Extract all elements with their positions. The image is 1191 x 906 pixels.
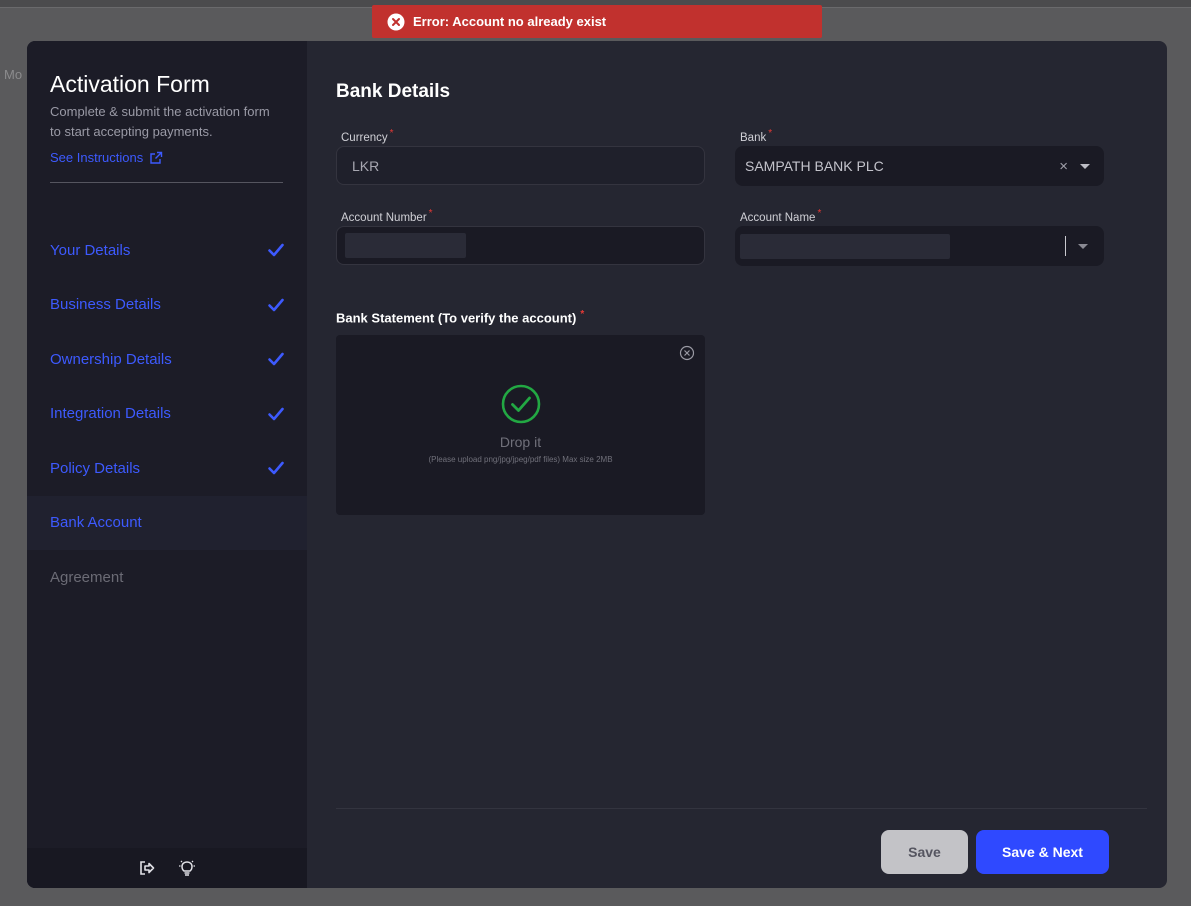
error-circle-icon <box>387 13 405 30</box>
account-number-masked <box>345 233 466 258</box>
background-text: Mo <box>4 67 23 82</box>
footer-divider <box>336 808 1147 809</box>
bank-select[interactable]: SAMPATH BANK PLC × <box>735 146 1104 186</box>
remove-file-icon[interactable] <box>679 345 695 361</box>
select-separator <box>1065 236 1066 256</box>
step-integration-details[interactable]: Integration Details <box>27 387 307 442</box>
save-next-button[interactable]: Save & Next <box>976 830 1109 874</box>
step-label: Business Details <box>50 296 161 314</box>
step-bank-account[interactable]: Bank Account <box>27 495 307 550</box>
check-icon <box>268 407 284 421</box>
save-button[interactable]: Save <box>881 830 968 874</box>
logout-icon[interactable] <box>138 859 156 877</box>
steps-list: Your Details Business Details Ownership … <box>27 223 307 605</box>
step-label: Ownership Details <box>50 350 172 368</box>
sidebar-divider <box>50 182 283 183</box>
activation-modal: Activation Form Complete & submit the ac… <box>27 41 1167 888</box>
step-business-details[interactable]: Business Details <box>27 278 307 333</box>
currency-label: Currency * <box>341 128 394 144</box>
step-label: Your Details <box>50 241 131 259</box>
bank-label: Bank * <box>740 128 773 144</box>
sidebar-title: Activation Form <box>50 71 210 97</box>
main-panel: Bank Details Currency * LKR Bank * SAMPATH… <box>307 41 1167 888</box>
account-name-label: Account Name * <box>740 208 822 224</box>
step-your-details[interactable]: Your Details <box>27 223 307 278</box>
page-title: Bank Details <box>336 81 451 102</box>
step-agreement[interactable]: Agreement <box>27 550 307 605</box>
account-name-select[interactable] <box>735 226 1104 266</box>
bank-statement-label: Bank Statement (To verify the account) * <box>336 309 585 326</box>
toast-message: Error: Account no already exist <box>413 14 607 29</box>
error-toast: Error: Account no already exist <box>372 5 822 38</box>
bank-statement-dropzone[interactable]: Drop it (Please upload png/jpg/jpeg/pdf … <box>336 335 705 515</box>
currency-input[interactable]: LKR <box>336 146 705 185</box>
see-instructions-link[interactable]: See Instructions <box>50 150 163 165</box>
account-number-label: Account Number * <box>341 208 433 224</box>
check-icon <box>268 243 284 257</box>
dropzone-hint: (Please upload png/jpg/jpeg/pdf files) M… <box>428 455 613 464</box>
sidebar: Activation Form Complete & submit the ac… <box>27 41 307 888</box>
step-policy-details[interactable]: Policy Details <box>27 441 307 496</box>
step-label: Integration Details <box>50 405 171 423</box>
account-name-masked <box>740 233 950 259</box>
check-icon <box>268 298 284 312</box>
chevron-down-icon[interactable] <box>1078 243 1088 249</box>
dropzone-text: Drop it <box>499 434 542 450</box>
check-icon <box>268 352 284 366</box>
clear-icon[interactable]: × <box>1059 159 1068 174</box>
see-instructions-label: See Instructions <box>50 150 144 165</box>
sidebar-footer <box>27 848 307 888</box>
account-number-input[interactable] <box>336 226 705 265</box>
bank-value: SAMPATH BANK PLC <box>745 158 884 174</box>
chevron-down-icon[interactable] <box>1080 163 1090 169</box>
external-link-icon <box>150 151 163 164</box>
step-label: Bank Account <box>50 514 142 532</box>
upload-success-icon <box>501 384 541 424</box>
sidebar-subtitle: Complete & submit the activation form to… <box>50 104 270 139</box>
step-ownership-details[interactable]: Ownership Details <box>27 332 307 387</box>
check-icon <box>268 461 284 475</box>
step-label: Agreement <box>50 568 124 586</box>
lightbulb-icon[interactable] <box>178 859 196 877</box>
currency-value: LKR <box>352 157 380 174</box>
step-label: Policy Details <box>50 459 141 477</box>
